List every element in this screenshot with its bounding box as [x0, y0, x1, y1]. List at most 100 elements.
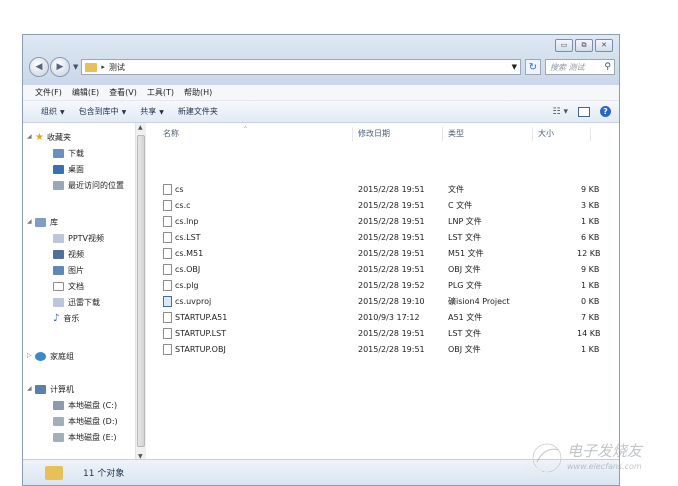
- sidebar-item-pptv[interactable]: PPTV视频: [53, 231, 104, 245]
- navigation-row: ◀ ▶ ▼ ▸ 测试 ▼ ↻ 搜索 测试 ⚲: [29, 57, 615, 77]
- sidebar-item-desktop[interactable]: 桌面: [53, 162, 84, 176]
- maximize-button[interactable]: ⧉: [575, 39, 593, 52]
- column-divider[interactable]: [532, 127, 533, 141]
- file-row[interactable]: cs.uvproj 2015/2/28 19:10 礦ision4 Project 0…: [161, 294, 619, 309]
- file-size: 1 KB: [581, 217, 600, 226]
- file-type: PLG 文件: [448, 281, 483, 290]
- star-icon: ★: [35, 131, 44, 143]
- menu-help[interactable]: 帮助(H): [184, 87, 212, 98]
- collapse-arrow-icon[interactable]: ◢: [27, 385, 32, 392]
- breadcrumb-current[interactable]: 测试: [109, 62, 125, 73]
- sidebar-label: 音乐: [63, 313, 80, 323]
- file-row[interactable]: cs.M51 2015/2/28 19:51 M51 文件 12 KB: [161, 246, 619, 261]
- navigation-scrollbar[interactable]: ▲ ▼: [135, 123, 146, 461]
- sidebar-label: PPTV视频: [68, 233, 105, 243]
- sidebar-item-recent-places[interactable]: 最近访问的位置: [53, 178, 124, 192]
- sidebar-item-drive-c[interactable]: 本地磁盘 (C:): [53, 398, 117, 412]
- column-header-size[interactable]: 大小: [538, 127, 554, 141]
- sidebar-item-drive-d[interactable]: 本地磁盘 (D:): [53, 414, 118, 428]
- file-name: cs: [175, 185, 184, 194]
- back-button[interactable]: ◀: [29, 57, 49, 77]
- file-row[interactable]: cs.LST 2015/2/28 19:51 LST 文件 6 KB: [161, 230, 619, 245]
- column-divider[interactable]: [590, 127, 591, 141]
- new-folder-button[interactable]: 新建文件夹: [178, 106, 218, 117]
- close-button[interactable]: ✕: [595, 39, 613, 52]
- sidebar-label: 桌面: [68, 164, 84, 174]
- sidebar-item-documents[interactable]: 文档: [53, 279, 84, 293]
- search-box[interactable]: 搜索 测试 ⚲: [545, 59, 615, 75]
- sidebar-item-homegroup[interactable]: 家庭组: [35, 349, 74, 363]
- sidebar-item-drive-e[interactable]: 本地磁盘 (E:): [53, 430, 117, 444]
- file-type: OBJ 文件: [448, 265, 481, 274]
- sidebar-item-favorites[interactable]: ★ 收藏夹: [35, 130, 71, 144]
- menu-file[interactable]: 文件(F): [35, 87, 62, 98]
- file-row[interactable]: STARTUP.A51 2010/9/3 17:12 A51 文件 7 KB: [161, 310, 619, 325]
- file-row[interactable]: STARTUP.OBJ 2015/2/28 19:51 OBJ 文件 1 KB: [161, 342, 619, 357]
- chevron-down-icon: ▼: [159, 109, 164, 116]
- file-type: LST 文件: [448, 233, 481, 242]
- collapse-arrow-icon[interactable]: ◢: [27, 133, 32, 140]
- address-bar[interactable]: ▸ 测试 ▼: [81, 59, 521, 75]
- column-header-name[interactable]: 名称: [163, 127, 179, 141]
- collapse-arrow-icon[interactable]: ◢: [27, 218, 32, 225]
- recent-pages-dropdown[interactable]: ▼: [73, 63, 78, 71]
- file-icon: [163, 184, 172, 195]
- sidebar-item-pictures[interactable]: 图片: [53, 263, 84, 277]
- expand-arrow-icon[interactable]: ▷: [27, 352, 32, 359]
- preview-pane-icon[interactable]: [578, 106, 590, 117]
- column-divider[interactable]: [442, 127, 443, 141]
- share-button[interactable]: 共享 ▼: [140, 106, 164, 117]
- file-size: 1 KB: [581, 281, 600, 290]
- file-type: A51 文件: [448, 313, 483, 322]
- scroll-up-icon[interactable]: ▲: [138, 124, 143, 131]
- menu-view[interactable]: 查看(V): [109, 87, 137, 98]
- file-row[interactable]: cs 2015/2/28 19:51 文件 9 KB: [161, 182, 619, 197]
- scrollbar-thumb[interactable]: [137, 135, 145, 447]
- search-icon[interactable]: ⚲: [604, 62, 611, 72]
- address-dropdown-icon[interactable]: ▼: [512, 63, 517, 71]
- forward-button[interactable]: ▶: [50, 57, 70, 77]
- menu-tools[interactable]: 工具(T): [147, 87, 174, 98]
- file-row[interactable]: cs.plg 2015/2/28 19:52 PLG 文件 1 KB: [161, 278, 619, 293]
- sidebar-item-thunder-downloads[interactable]: 迅雷下载: [53, 295, 100, 309]
- help-icon[interactable]: ?: [600, 106, 611, 117]
- menu-edit[interactable]: 编辑(E): [72, 87, 99, 98]
- sidebar-item-computer[interactable]: 计算机: [35, 382, 74, 396]
- column-header-type[interactable]: 类型: [448, 127, 464, 141]
- file-row[interactable]: cs.OBJ 2015/2/28 19:51 OBJ 文件 9 KB: [161, 262, 619, 277]
- explorer-window: ▭ ⧉ ✕ ◀ ▶ ▼ ▸ 测试 ▼ ↻ 搜索 测试 ⚲ 文件(F) 编辑(E)…: [22, 34, 620, 486]
- file-type: LST 文件: [448, 329, 481, 338]
- drive-icon: [53, 416, 64, 426]
- library-folder-icon: [53, 297, 64, 307]
- file-row[interactable]: STARTUP.LST 2015/2/28 19:51 LST 文件 14 KB: [161, 326, 619, 341]
- minimize-button[interactable]: ▭: [555, 39, 573, 52]
- refresh-button[interactable]: ↻: [525, 59, 541, 75]
- view-options-icon[interactable]: ☷ ▾: [553, 107, 568, 117]
- file-date: 2015/2/28 19:51: [358, 249, 425, 258]
- file-icon: [163, 264, 172, 275]
- sidebar-label: 本地磁盘 (D:): [68, 416, 118, 426]
- computer-icon: [35, 384, 46, 394]
- watermark-text: 电子发烧友: [567, 442, 643, 460]
- file-size: 6 KB: [581, 233, 600, 242]
- breadcrumb-separator-icon[interactable]: ▸: [101, 63, 105, 71]
- file-row[interactable]: cs.lnp 2015/2/28 19:51 LNP 文件 1 KB: [161, 214, 619, 229]
- file-date: 2015/2/28 19:51: [358, 201, 425, 210]
- file-date: 2015/2/28 19:10: [358, 297, 425, 306]
- sidebar-item-downloads[interactable]: 下载: [53, 146, 84, 160]
- search-input[interactable]: 搜索 测试: [550, 62, 585, 73]
- file-name: cs.OBJ: [175, 265, 201, 274]
- column-divider[interactable]: [352, 127, 353, 141]
- file-row[interactable]: cs.c 2015/2/28 19:51 C 文件 3 KB: [161, 198, 619, 213]
- column-header-date[interactable]: 修改日期: [358, 127, 390, 141]
- sidebar-item-libraries[interactable]: 库: [35, 215, 58, 229]
- sidebar-label: 文档: [68, 281, 84, 291]
- include-in-library-button[interactable]: 包含到库中 ▼: [79, 106, 127, 117]
- sidebar-item-music[interactable]: ♪ 音乐: [53, 311, 79, 325]
- sidebar-label: 迅雷下载: [68, 297, 100, 307]
- file-icon: [163, 200, 172, 211]
- file-icon: [163, 328, 172, 339]
- sidebar-item-videos[interactable]: 视频: [53, 247, 84, 261]
- organize-button[interactable]: 组织 ▼: [41, 106, 65, 117]
- file-name: cs.LST: [175, 233, 201, 242]
